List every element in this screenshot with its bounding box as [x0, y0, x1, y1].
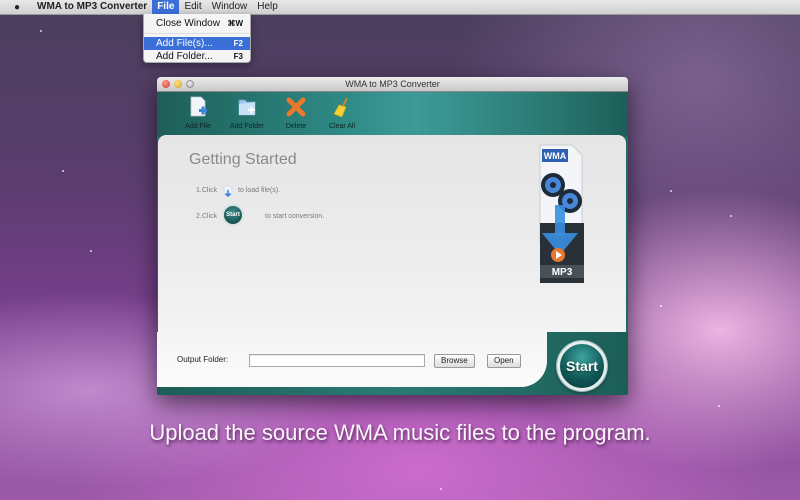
add-folder-label: Add Folder	[229, 123, 265, 130]
menu-edit[interactable]: Edit	[179, 0, 206, 14]
step-1-prefix: 1.Click	[196, 187, 218, 194]
menu-item-label: Add File(s)...	[156, 38, 213, 49]
toolbar: Add File Add Folder Delete Clear All	[157, 92, 628, 136]
clear-all-label: Clear All	[328, 123, 356, 130]
mp3-label: MP3	[552, 267, 573, 278]
menu-file[interactable]: File	[152, 0, 180, 14]
delete-button[interactable]: Delete	[271, 96, 321, 130]
title-bar[interactable]: WMA to MP3 Converter	[157, 77, 628, 92]
file-list-area[interactable]: Getting Started 1.Click to load file(s).…	[158, 135, 626, 332]
add-folder-icon	[236, 96, 258, 118]
menu-item-shortcut: ⌘W	[227, 19, 243, 28]
menu-window[interactable]: Window	[207, 0, 253, 14]
star	[40, 30, 42, 32]
add-file-mini-icon	[222, 184, 234, 198]
menu-separator	[144, 33, 250, 34]
output-folder-input[interactable]	[249, 354, 425, 367]
star	[440, 488, 442, 490]
window-title: WMA to MP3 Converter	[345, 79, 440, 89]
step-1-suffix: to load file(s).	[238, 187, 281, 194]
open-button[interactable]: Open	[487, 354, 521, 368]
wma-to-mp3-graphic: WMA MP3	[534, 143, 596, 283]
add-folder-button[interactable]: Add Folder	[222, 96, 272, 130]
menu-item-close-window[interactable]: Close Window ⌘W	[144, 17, 250, 30]
add-file-button[interactable]: Add File	[173, 96, 223, 130]
minimize-window-button[interactable]	[174, 80, 182, 88]
star	[718, 405, 720, 407]
broom-icon	[331, 96, 353, 118]
menu-item-label: Close Window	[156, 18, 220, 29]
star	[90, 250, 92, 252]
file-menu-dropdown: Close Window ⌘W Add File(s)... F2 Add Fo…	[143, 14, 251, 63]
zoom-window-button[interactable]	[186, 80, 194, 88]
delete-x-icon	[285, 96, 307, 118]
clear-all-button[interactable]: Clear All	[317, 96, 367, 130]
menu-item-shortcut: F3	[233, 52, 243, 61]
star	[730, 215, 732, 217]
menu-help[interactable]: Help	[252, 0, 283, 14]
menu-bar: ● WMA to MP3 Converter File Edit Window …	[0, 0, 800, 15]
caption-text: Upload the source WMA music files to the…	[149, 420, 651, 445]
output-folder-label: Output Folder:	[177, 355, 229, 364]
add-file-icon	[187, 96, 209, 118]
menu-item-label: Add Folder...	[156, 51, 213, 62]
menu-item-add-folder[interactable]: Add Folder... F3	[144, 50, 250, 63]
star	[660, 305, 662, 307]
apple-icon[interactable]: ●	[10, 2, 24, 13]
star	[670, 190, 672, 192]
menu-app-name[interactable]: WMA to MP3 Converter	[32, 0, 152, 14]
step-2-suffix: to start conversion.	[265, 213, 325, 220]
close-window-button[interactable]	[162, 80, 170, 88]
app-window: WMA to MP3 Converter Add File Add Folder…	[157, 77, 628, 395]
start-button[interactable]: Start	[557, 341, 607, 391]
wma-label: WMA	[544, 151, 567, 161]
delete-label: Delete	[285, 123, 307, 130]
star	[62, 170, 64, 172]
mini-start-icon: Start	[222, 204, 244, 226]
add-file-label: Add File	[185, 123, 211, 130]
menu-item-add-files[interactable]: Add File(s)... F2	[144, 37, 250, 50]
menu-item-shortcut: F2	[233, 39, 243, 48]
getting-started-title: Getting Started	[189, 151, 297, 168]
step-2-prefix: 2.Click	[196, 213, 218, 220]
browse-button[interactable]: Browse	[434, 354, 475, 368]
